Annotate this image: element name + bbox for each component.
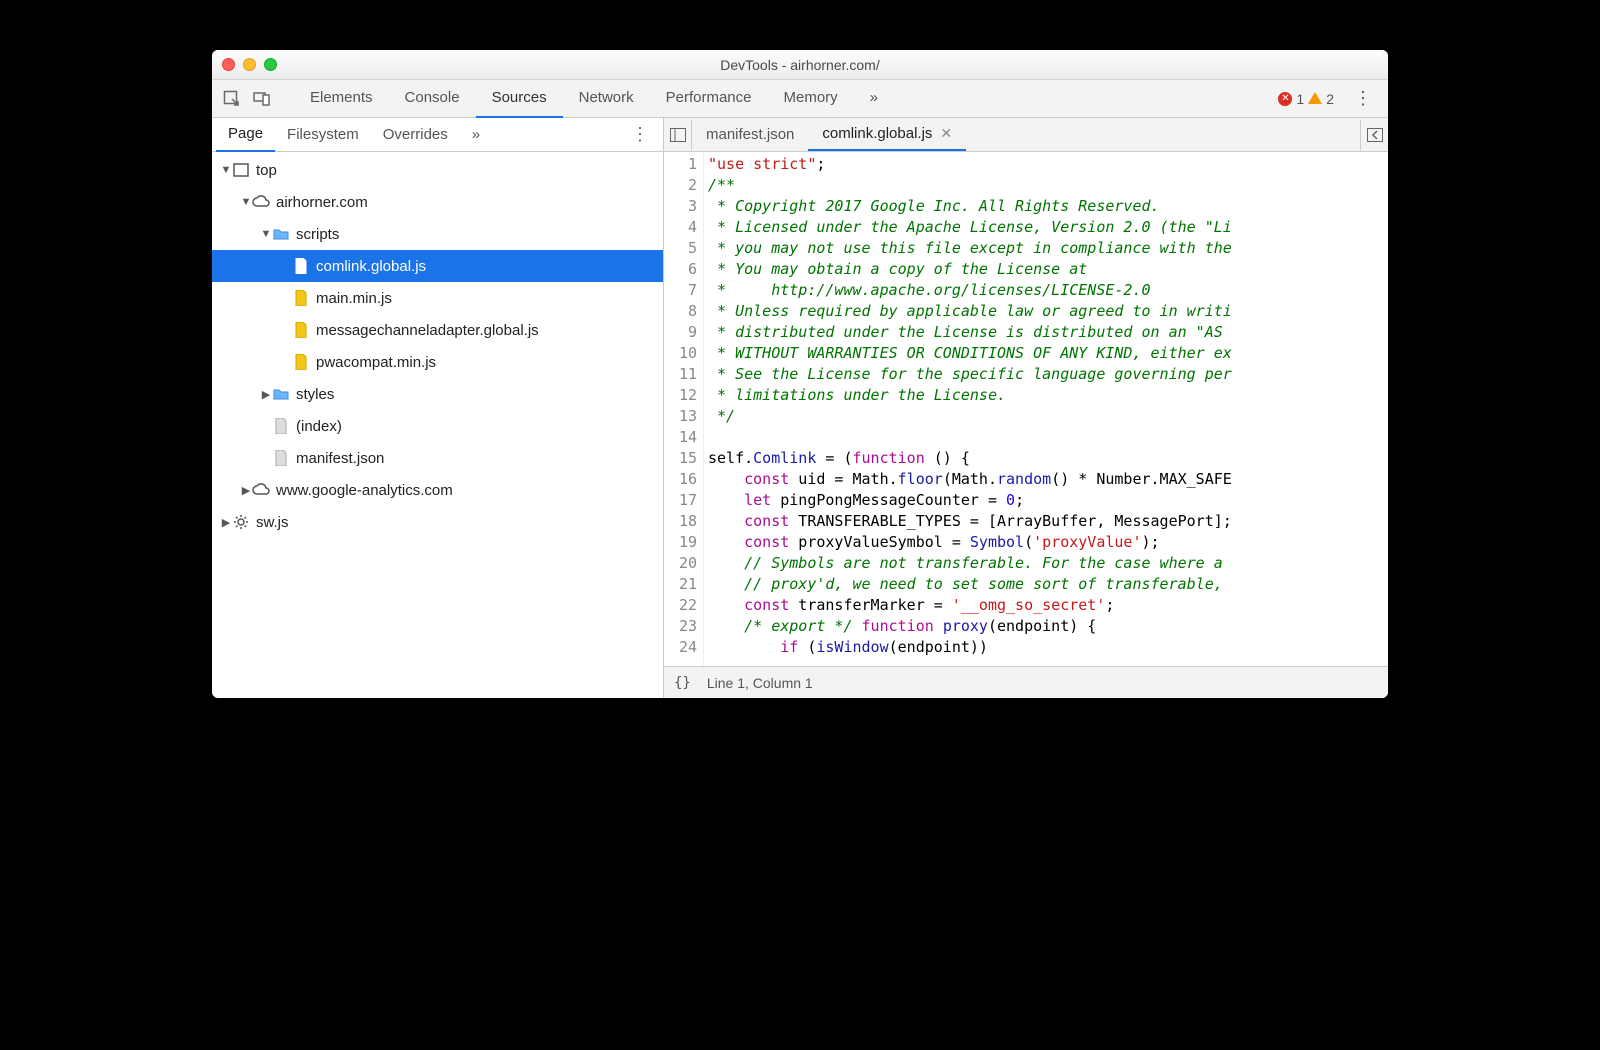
sidebar-tab-filesystem[interactable]: Filesystem [275, 118, 371, 151]
tree-item-label: top [256, 162, 277, 179]
line-gutter: 123456789101112131415161718192021222324 [664, 152, 704, 666]
js-yellow-icon [292, 353, 310, 371]
tree-item[interactable]: comlink.global.js [212, 250, 663, 282]
tree-item-label: airhorner.com [276, 194, 368, 211]
tree-item-label: main.min.js [316, 290, 392, 307]
main-toolbar: ElementsConsoleSourcesNetworkPerformance… [212, 80, 1388, 118]
editor-tab-label: comlink.global.js [822, 125, 932, 142]
cursor-position: Line 1, Column 1 [707, 675, 813, 691]
sources-sidebar: PageFilesystemOverrides» ⋮ top airhorner.c… [212, 118, 664, 698]
tree-item[interactable]: manifest.json [212, 442, 663, 474]
tree-item[interactable]: (index) [212, 410, 663, 442]
tree-item-label: sw.js [256, 514, 289, 531]
sidebar-more-icon[interactable]: ⋮ [621, 124, 659, 145]
source-text: "use strict";/** * Copyright 2017 Google… [704, 152, 1388, 666]
expand-arrow-icon[interactable] [260, 228, 272, 240]
tree-item-label: styles [296, 386, 334, 403]
sidebar-tabs-overflow-icon[interactable]: » [460, 118, 492, 151]
folder-icon [272, 225, 290, 243]
expand-arrow-icon[interactable] [240, 484, 252, 497]
pretty-print-button[interactable]: {} [674, 675, 691, 691]
tree-item[interactable]: scripts [212, 218, 663, 250]
window-title: DevTools - airhorner.com/ [212, 57, 1388, 73]
tree-item-label: (index) [296, 418, 342, 435]
expand-arrow-icon[interactable] [260, 388, 272, 401]
folder-icon [272, 385, 290, 403]
file-tree: top airhorner.com scripts comlink.global.js… [212, 152, 663, 698]
doc-icon [272, 449, 290, 467]
cloud-icon [252, 193, 270, 211]
editor-tab[interactable]: manifest.json [692, 118, 808, 151]
tree-item[interactable]: top [212, 154, 663, 186]
toggle-navigator-icon[interactable] [664, 120, 692, 150]
warning-count: 2 [1326, 91, 1334, 107]
tab-memory[interactable]: Memory [768, 79, 854, 118]
tree-item[interactable]: messagechanneladapter.global.js [212, 314, 663, 346]
cloud-icon [252, 481, 270, 499]
inspect-element-icon[interactable] [220, 87, 244, 111]
tree-item-label: scripts [296, 226, 339, 243]
close-tab-icon[interactable]: ✕ [940, 125, 952, 142]
tree-item-label: messagechanneladapter.global.js [316, 322, 539, 339]
tree-item-label: pwacompat.min.js [316, 354, 436, 371]
tree-item-label: comlink.global.js [316, 258, 426, 275]
expand-arrow-icon[interactable] [220, 164, 232, 176]
titlebar: DevTools - airhorner.com/ [212, 50, 1388, 80]
tab-console[interactable]: Console [389, 79, 476, 118]
gear-icon [232, 513, 250, 531]
code-editor[interactable]: 123456789101112131415161718192021222324 … [664, 152, 1388, 666]
frame-icon [232, 161, 250, 179]
js-yellow-icon [292, 289, 310, 307]
tab-elements[interactable]: Elements [294, 79, 389, 118]
editor-statusbar: {} Line 1, Column 1 [664, 666, 1388, 698]
tree-item-label: www.google-analytics.com [276, 482, 453, 499]
tree-item[interactable]: airhorner.com [212, 186, 663, 218]
warning-icon [1308, 92, 1322, 104]
more-menu-icon[interactable]: ⋮ [1346, 88, 1380, 109]
js-file-icon [292, 257, 310, 275]
editor-tab[interactable]: comlink.global.js ✕ [808, 118, 966, 151]
editor-pane: manifest.json comlink.global.js ✕ 12345678… [664, 118, 1388, 698]
error-count: 1 [1296, 91, 1304, 107]
tree-item[interactable]: pwacompat.min.js [212, 346, 663, 378]
expand-arrow-icon[interactable] [220, 516, 232, 529]
device-toggle-icon[interactable] [250, 87, 274, 111]
editor-tab-label: manifest.json [706, 126, 794, 143]
tab-sources[interactable]: Sources [476, 79, 563, 118]
tree-item[interactable]: www.google-analytics.com [212, 474, 663, 506]
tree-item-label: manifest.json [296, 450, 384, 467]
tree-item[interactable]: styles [212, 378, 663, 410]
devtools-window: DevTools - airhorner.com/ ElementsConsol… [212, 50, 1388, 698]
tree-item[interactable]: sw.js [212, 506, 663, 538]
sidebar-tab-overrides[interactable]: Overrides [371, 118, 460, 151]
sidebar-tab-page[interactable]: Page [216, 117, 275, 152]
tab-network[interactable]: Network [563, 79, 650, 118]
tabs-overflow-icon[interactable]: » [854, 79, 894, 118]
error-icon: ✕ [1278, 92, 1292, 106]
sidebar-tabs: PageFilesystemOverrides» ⋮ [212, 118, 663, 152]
toggle-debugger-icon[interactable] [1360, 120, 1388, 150]
expand-arrow-icon[interactable] [240, 196, 252, 208]
editor-tabs: manifest.json comlink.global.js ✕ [664, 118, 1388, 152]
tree-item[interactable]: main.min.js [212, 282, 663, 314]
tab-performance[interactable]: Performance [650, 79, 768, 118]
doc-icon [272, 417, 290, 435]
js-yellow-icon [292, 321, 310, 339]
issue-counters[interactable]: ✕ 1 2 [1278, 91, 1334, 107]
